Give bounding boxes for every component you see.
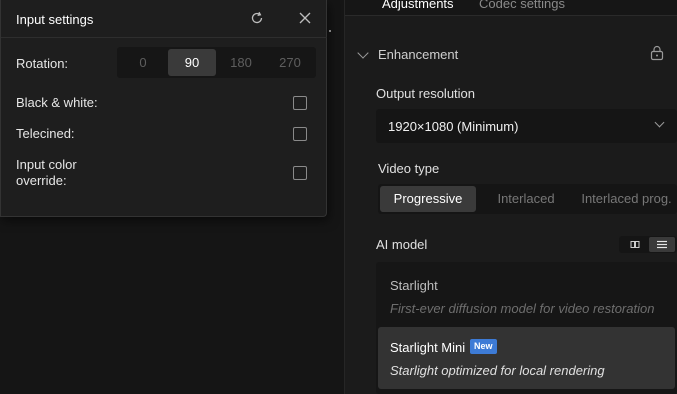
model-name: Starlight: [390, 278, 438, 293]
list-view-button[interactable]: [649, 237, 675, 252]
menu-dot-icon: [329, 30, 331, 32]
video-type-selector: Progressive Interlaced Interlaced prog.: [378, 184, 677, 214]
tab-bar: Adjustments Codec settings: [345, 0, 677, 16]
rotation-label: Rotation:: [16, 56, 69, 71]
model-view-toggle: [619, 236, 677, 253]
rotation-270[interactable]: 270: [266, 49, 314, 76]
enhancement-section-header[interactable]: Enhancement: [345, 40, 677, 70]
chevron-down-icon[interactable]: [357, 47, 369, 59]
rotation-90[interactable]: 90: [168, 49, 216, 76]
color-override-label-line2: override:: [16, 173, 67, 188]
model-description: Starlight optimized for local rendering: [390, 363, 605, 378]
popup-title: Input settings: [16, 12, 94, 27]
refresh-icon[interactable]: [250, 11, 264, 25]
list-view-icon: [657, 240, 667, 249]
ai-model-list: Starlight First-ever diffusion model for…: [376, 262, 677, 394]
popup-divider: [1, 37, 327, 38]
enhancement-title: Enhancement: [378, 47, 459, 62]
color-override-checkbox[interactable]: [293, 166, 307, 180]
rotation-180[interactable]: 180: [217, 49, 265, 76]
adjustments-panel: Adjustments Codec settings Enhancement O…: [345, 0, 677, 394]
model-card-starlight[interactable]: Starlight First-ever diffusion model for…: [378, 264, 675, 324]
video-type-interlaced[interactable]: Interlaced: [480, 186, 572, 212]
model-name: Starlight Mini: [390, 340, 466, 355]
video-type-progressive[interactable]: Progressive: [380, 186, 476, 212]
input-settings-popup: Input settings Rotation: 0 90 180 270 Bl…: [0, 0, 327, 217]
black-white-checkbox[interactable]: [293, 96, 307, 110]
tab-adjustments[interactable]: Adjustments: [382, 0, 454, 11]
model-card-starlight-mini[interactable]: Starlight Mini New Starlight optimized f…: [378, 327, 675, 389]
new-badge: New: [470, 339, 497, 354]
black-white-label: Black & white:: [16, 95, 98, 110]
telecined-checkbox[interactable]: [293, 127, 307, 141]
video-type-interlaced-prog[interactable]: Interlaced prog.: [576, 186, 677, 212]
ai-model-label: AI model: [376, 237, 428, 252]
video-type-label: Video type: [378, 161, 440, 176]
grid-view-icon: [630, 241, 640, 248]
grid-view-button[interactable]: [622, 237, 648, 252]
output-resolution-dropdown[interactable]: 1920×1080 (Minimum): [376, 109, 677, 143]
output-resolution-label: Output resolution: [376, 86, 476, 101]
rotation-selector: 0 90 180 270: [117, 47, 316, 78]
tab-codec-settings[interactable]: Codec settings: [479, 0, 565, 11]
output-resolution-value: 1920×1080 (Minimum): [388, 119, 519, 134]
close-icon[interactable]: [299, 12, 311, 24]
rotation-0[interactable]: 0: [119, 49, 167, 76]
model-description: First-ever diffusion model for video res…: [390, 301, 655, 316]
lock-icon[interactable]: [650, 45, 664, 61]
color-override-label-line1: Input color: [16, 157, 77, 172]
telecined-label: Telecined:: [16, 126, 75, 141]
chevron-down-icon: [654, 117, 665, 128]
